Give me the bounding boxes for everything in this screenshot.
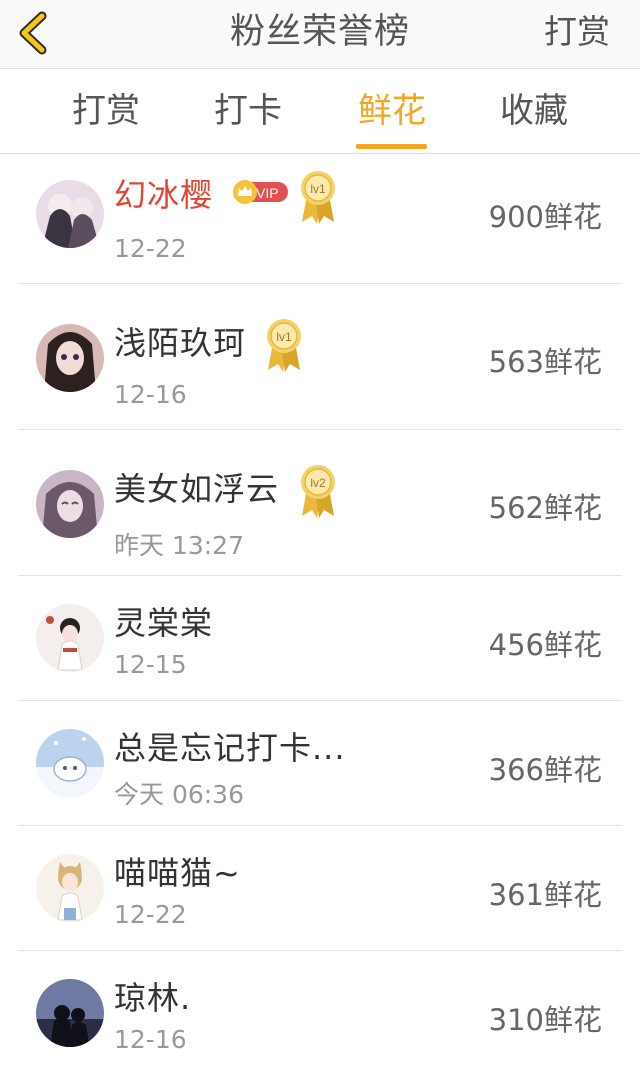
reward-button[interactable]: 打赏: [544, 0, 610, 68]
vip-badge-label: VIP: [256, 185, 279, 201]
avatar-image: [36, 324, 104, 392]
fan-name: 美女如浮云: [114, 470, 280, 508]
level-medal-icon: lv1: [267, 319, 301, 372]
avatar-image: [36, 979, 104, 1047]
fan-list-item[interactable]: 琼林. 12-16 310鲜花: [0, 951, 640, 1075]
flower-count: 562鲜花: [488, 491, 602, 525]
fan-name: 灵棠棠: [114, 604, 214, 642]
fan-date: 12-16: [114, 380, 187, 409]
fan-date: 12-15: [114, 650, 187, 679]
flower-count: 563鲜花: [488, 345, 602, 379]
flower-count: 310鲜花: [488, 1003, 602, 1037]
tab-checkin[interactable]: 打卡: [212, 69, 284, 153]
fan-list-item[interactable]: 幻冰樱 VIP lv1 12-22 900鲜花: [0, 154, 640, 284]
tab-reward[interactable]: 打赏: [70, 69, 142, 153]
tab-favorites[interactable]: 收藏: [498, 69, 570, 153]
level-label: lv2: [310, 476, 326, 490]
avatar: [36, 979, 104, 1047]
fan-date: 12-16: [114, 1025, 187, 1054]
fan-date: 昨天 13:27: [114, 531, 244, 560]
fan-name: 喵喵猫~: [114, 854, 241, 892]
flower-count: 900鲜花: [488, 200, 602, 234]
fan-name: 琼林.: [114, 979, 192, 1017]
flower-count: 366鲜花: [488, 753, 602, 787]
fan-date: 12-22: [114, 900, 187, 929]
avatar-image: [36, 470, 104, 538]
avatar-image: [36, 180, 104, 248]
avatar: [36, 180, 104, 248]
tab-flowers[interactable]: 鲜花: [356, 69, 428, 153]
avatar: [36, 324, 104, 392]
avatar: [36, 470, 104, 538]
level-label: lv1: [276, 330, 292, 344]
fan-name: 浅陌玖珂: [114, 324, 247, 362]
fan-list-item[interactable]: 灵棠棠 12-15 456鲜花: [0, 576, 640, 701]
avatar-image: [36, 854, 104, 922]
active-tab-indicator: [356, 144, 427, 149]
fan-date: 12-22: [114, 234, 187, 263]
level-medal-icon: lv1: [301, 171, 335, 224]
fan-date: 今天 06:36: [114, 780, 244, 809]
avatar-image: [36, 729, 104, 797]
fan-list-item[interactable]: 喵喵猫~ 12-22 361鲜花: [0, 826, 640, 951]
level-label: lv1: [310, 182, 326, 196]
avatar: [36, 604, 104, 672]
avatar-image: [36, 604, 104, 672]
tab-bar: 打赏 打卡 鲜花 收藏: [0, 69, 640, 154]
fan-name: 总是忘记打卡...: [114, 729, 346, 767]
vip-badge: VIP: [233, 180, 288, 204]
fan-list-item[interactable]: 浅陌玖珂 lv1 12-16 563鲜花: [0, 284, 640, 430]
fan-name: 幻冰樱: [114, 176, 214, 214]
flower-count: 456鲜花: [488, 628, 602, 662]
avatar: [36, 854, 104, 922]
fan-list-item[interactable]: 总是忘记打卡... 今天 06:36 366鲜花: [0, 701, 640, 826]
avatar: [36, 729, 104, 797]
fan-list-item[interactable]: 美女如浮云 lv2 昨天 13:27 562鲜花: [0, 430, 640, 576]
top-bar: 粉丝荣誉榜 打赏: [0, 0, 640, 69]
level-medal-icon: lv2: [301, 465, 335, 518]
flower-count: 361鲜花: [488, 878, 602, 912]
